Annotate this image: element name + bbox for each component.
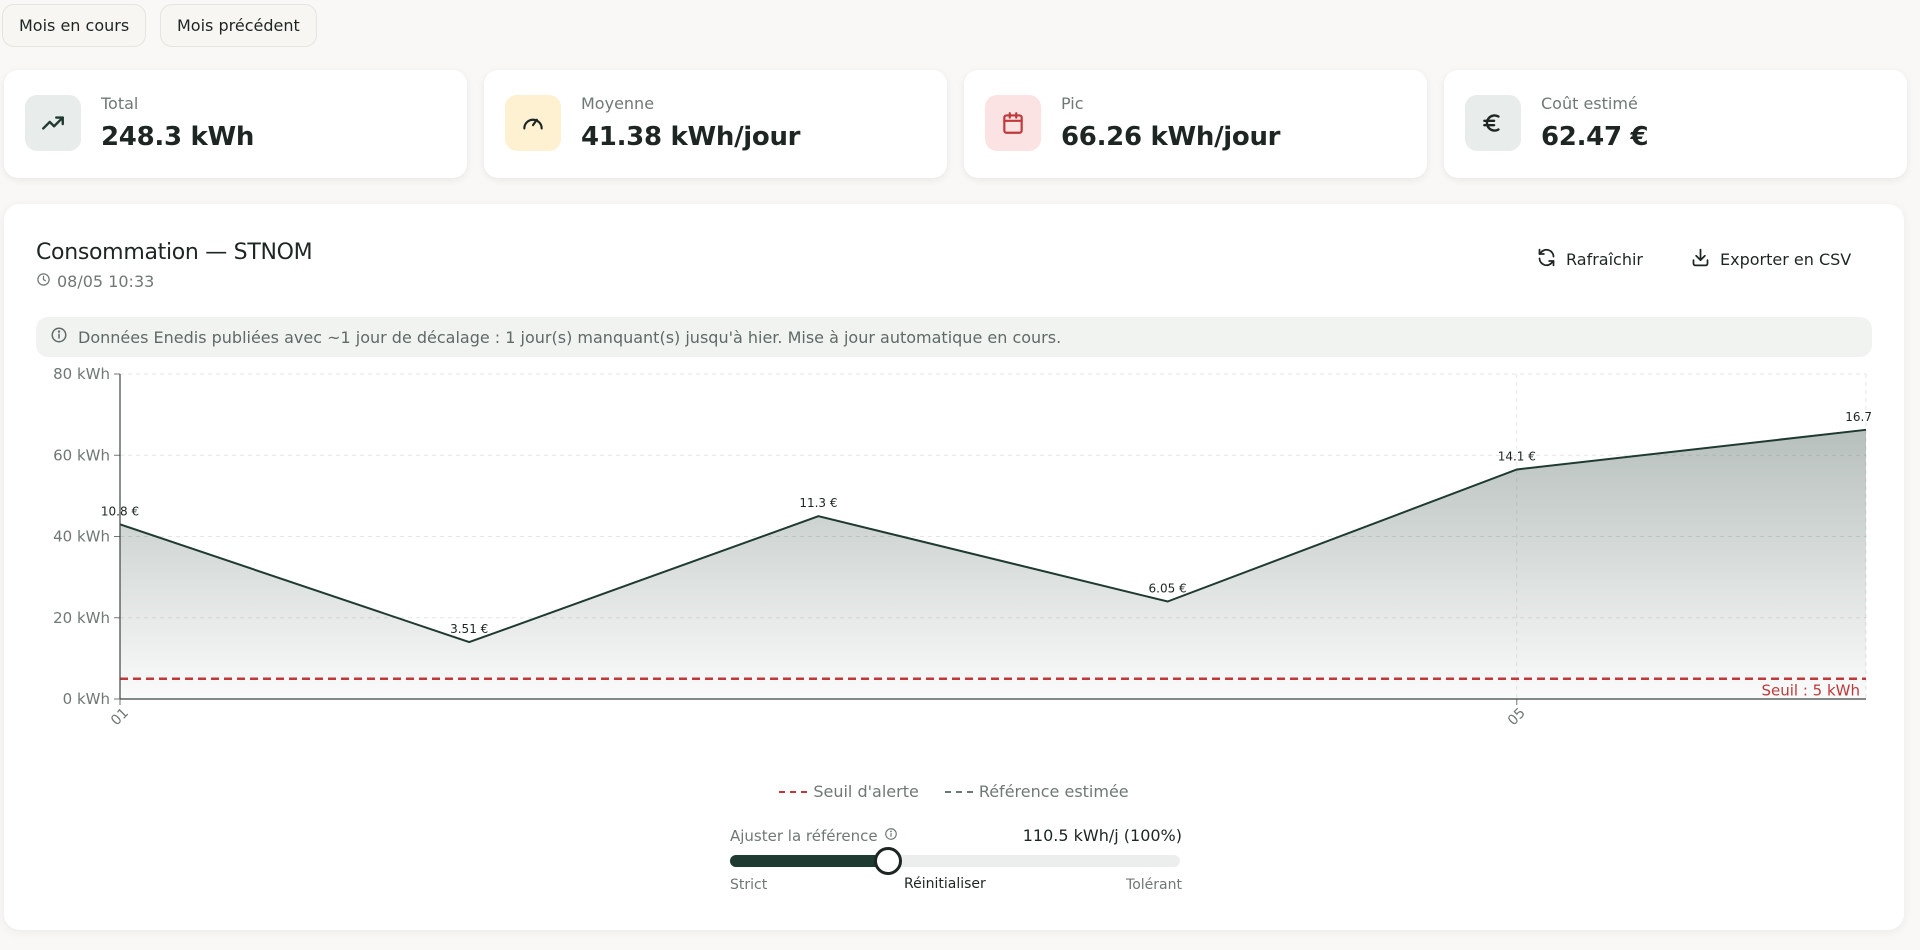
tab-current-month[interactable]: Mois en cours <box>2 4 147 47</box>
slider-value: 110.5 kWh/j (100%) <box>1022 826 1182 845</box>
consumption-panel: Consommation — STNOM 08/05 10:33 Rafraîc… <box>4 204 1904 930</box>
stat-value: 248.3 kWh <box>101 122 255 152</box>
slider-label-text: Ajuster la référence <box>730 827 878 845</box>
trending-up-icon <box>25 95 81 151</box>
gauge-icon <box>505 95 561 151</box>
stat-card-average: Moyenne 41.38 kWh/jour <box>484 70 947 178</box>
stat-label: Total <box>101 94 139 113</box>
stat-value: 41.38 kWh/jour <box>581 122 801 152</box>
y-tick-label: 60 kWh <box>53 446 110 464</box>
reference-slider[interactable] <box>730 847 1180 875</box>
legend-alert-swatch <box>779 790 808 793</box>
y-tick-label: 0 kWh <box>63 690 110 708</box>
calendar-icon <box>985 95 1041 151</box>
consumption-chart: 0 kWh20 kWh40 kWh60 kWh80 kWh01 0510.8 €3… <box>53 365 1872 729</box>
slider-max-label: Tolérant <box>1126 877 1182 893</box>
legend-alert-label: Seuil d'alerte <box>813 782 919 801</box>
x-tick-label: 01 <box>108 705 132 729</box>
slider-label: Ajuster la référence <box>730 827 898 845</box>
data-label: 16.7 <box>1845 410 1872 424</box>
chart-legend: Seuil d'alerte Référence estimée <box>4 782 1904 801</box>
stat-value: 62.47 € <box>1541 122 1649 152</box>
data-label: 3.51 € <box>450 622 488 636</box>
data-label: 11.3 € <box>799 496 837 510</box>
reset-button[interactable]: Réinitialiser <box>904 876 986 892</box>
legend-reference[interactable]: Référence estimée <box>944 782 1129 801</box>
y-tick-label: 40 kWh <box>53 528 110 546</box>
y-tick-label: 80 kWh <box>53 365 110 383</box>
x-tick-label: 05 <box>1505 705 1529 729</box>
stat-card-total: Total 248.3 kWh <box>4 70 467 178</box>
data-label: 14.1 € <box>1498 449 1536 463</box>
threshold-label: Seuil : 5 kWh <box>1761 682 1860 700</box>
legend-reference-label: Référence estimée <box>978 782 1129 801</box>
stat-label: Pic <box>1061 94 1084 113</box>
stat-label: Coût estimé <box>1541 94 1638 113</box>
slider-min-label: Strict <box>730 877 768 893</box>
slider-thumb[interactable] <box>873 847 902 875</box>
series-area <box>120 429 1866 699</box>
y-tick-label: 20 kWh <box>53 609 110 627</box>
legend-reference-swatch <box>944 790 973 793</box>
slider-fill <box>730 855 888 867</box>
stat-label: Moyenne <box>581 94 655 113</box>
stat-value: 66.26 kWh/jour <box>1061 122 1281 152</box>
info-icon[interactable] <box>884 827 898 845</box>
euro-icon <box>1465 95 1521 151</box>
legend-alert[interactable]: Seuil d'alerte <box>779 782 919 801</box>
stat-card-cost: Coût estimé 62.47 € <box>1444 70 1907 178</box>
data-label: 6.05 € <box>1149 582 1187 596</box>
stat-card-peak: Pic 66.26 kWh/jour <box>964 70 1427 178</box>
tab-previous-month[interactable]: Mois précédent <box>160 4 317 47</box>
